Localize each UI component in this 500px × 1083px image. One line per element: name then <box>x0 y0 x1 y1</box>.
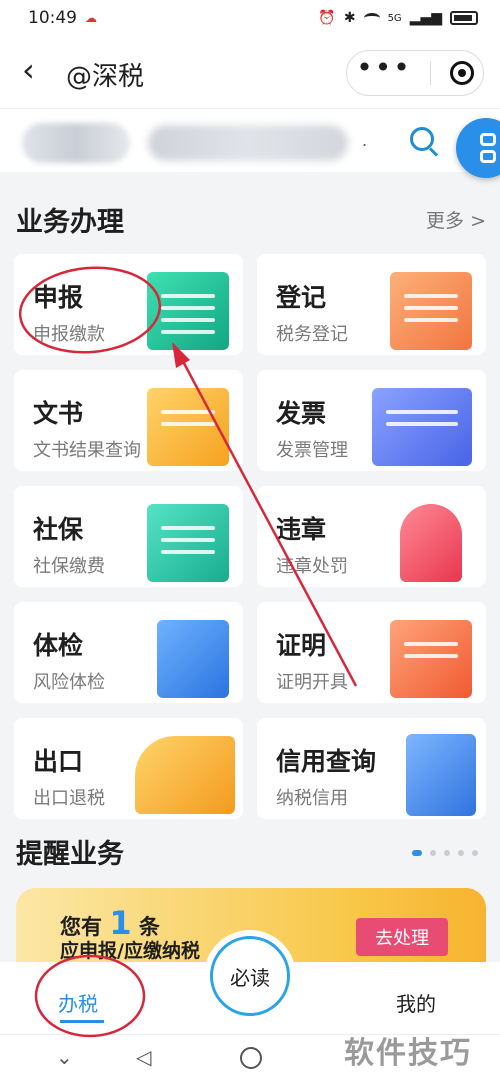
card-xinyong[interactable]: 信用查询 纳税信用 <box>257 718 486 819</box>
section-title-reminder: 提醒业务 <box>16 839 124 870</box>
card-title: 登记 <box>276 283 327 312</box>
card-subtitle: 发票管理 <box>276 440 348 461</box>
card-shebao[interactable]: 社保 社保缴费 <box>14 486 243 587</box>
invoice-card-icon <box>372 388 472 466</box>
card-subtitle: 文书结果查询 <box>33 440 141 461</box>
card-shenbao[interactable]: 申报 申报缴款 <box>14 254 243 355</box>
card-title: 文书 <box>33 399 84 428</box>
business-section-header: 业务办理 更多 > <box>16 200 486 239</box>
card-title: 出口 <box>33 747 84 776</box>
card-subtitle: 税务登记 <box>276 324 348 345</box>
card-dengji[interactable]: 登记 税务登记 <box>257 254 486 355</box>
card-subtitle: 证明开具 <box>276 672 348 693</box>
wifi-icon <box>363 13 380 23</box>
card-subtitle: 出口退税 <box>33 788 105 809</box>
card-subtitle: 违章处罚 <box>276 556 348 577</box>
card-title: 证明 <box>276 631 327 660</box>
card-subtitle: 社保缴费 <box>33 556 105 577</box>
tab-bansui[interactable]: 办税 <box>58 988 98 1017</box>
reminder-detail: 应申报/应缴纳税 <box>60 940 200 962</box>
pager-dot-active <box>412 850 422 856</box>
tab-wode[interactable]: 我的 <box>396 988 436 1017</box>
watermark-text: 软件技巧 <box>344 1036 472 1071</box>
capsule-divider <box>430 61 432 85</box>
more-link[interactable]: 更多 > <box>426 206 486 233</box>
nav-home-icon[interactable] <box>240 1047 262 1069</box>
page-title: @深税 <box>66 62 145 92</box>
card-title: 违章 <box>276 515 327 544</box>
signal-icon: ▂▄▆ <box>409 10 442 26</box>
blurred-avatar <box>22 123 130 163</box>
nav-back-icon[interactable]: ◁ <box>136 1045 151 1069</box>
pager-dot <box>458 850 464 856</box>
card-wenshu[interactable]: 文书 文书结果查询 <box>14 370 243 471</box>
card-subtitle: 风险体检 <box>33 672 105 693</box>
alarm-light-icon <box>400 504 462 582</box>
nav-down-icon[interactable]: ⌄ <box>56 1045 73 1069</box>
grid-icon <box>480 133 496 163</box>
pager-dot <box>472 850 478 856</box>
card-subtitle: 申报缴款 <box>33 324 105 345</box>
tab-bar: 办税 必读 我的 <box>0 936 500 1034</box>
blurred-company-name <box>148 125 348 161</box>
back-icon[interactable]: ‹ <box>22 54 35 86</box>
status-time: 10:49 <box>28 8 77 28</box>
tab-bidu[interactable]: 必读 <box>210 936 290 1016</box>
card-weizhang[interactable]: 违章 违章处罚 <box>257 486 486 587</box>
search-icon[interactable] <box>410 127 434 151</box>
card-title: 发票 <box>276 399 327 428</box>
tab-active-indicator <box>60 1020 104 1023</box>
more-icon[interactable]: ••• <box>356 51 412 84</box>
cloud-icon: ☁ <box>85 11 97 25</box>
card-title: 社保 <box>33 515 84 544</box>
alarm-icon: ⏰ <box>318 10 336 26</box>
credit-scroll-icon <box>406 734 476 816</box>
registration-form-icon <box>390 272 472 350</box>
card-title: 信用查询 <box>276 747 377 776</box>
card-zhengming[interactable]: 证明 证明开具 <box>257 602 486 703</box>
card-fapiao[interactable]: 发票 发票管理 <box>257 370 486 471</box>
document-folder-icon <box>147 388 229 466</box>
card-tijian[interactable]: 体检 风险体检 <box>14 602 243 703</box>
close-target-icon[interactable] <box>449 61 474 85</box>
section-title-business: 业务办理 <box>16 207 124 238</box>
plane-train-icon <box>135 736 235 814</box>
social-security-icon <box>147 504 229 582</box>
reminder-pager <box>412 850 478 856</box>
card-title: 申报 <box>33 283 84 312</box>
certificate-icon <box>390 620 472 698</box>
process-button[interactable]: 去处理 <box>356 918 448 956</box>
card-chukou[interactable]: 出口 出口退税 <box>14 718 243 819</box>
declaration-form-icon <box>147 272 229 350</box>
business-grid: 申报 申报缴款 登记 税务登记 文书 文书结果查询 发票 发票管理 社保 社保缴… <box>14 254 486 819</box>
account-bar: . <box>0 108 500 172</box>
title-bar: ‹ @深税 ••• <box>0 36 500 108</box>
pager-dot <box>430 850 436 856</box>
mini-program-capsule: ••• <box>346 50 484 96</box>
bluetooth-icon: ✱ <box>343 10 356 26</box>
masked-dot: . <box>362 131 368 150</box>
battery-icon <box>450 11 478 25</box>
network-label: 5G <box>387 12 402 24</box>
card-subtitle: 纳税信用 <box>276 788 348 809</box>
card-title: 体检 <box>33 631 84 660</box>
pager-dot <box>444 850 450 856</box>
status-bar: 10:49 ☁ ⏰ ✱ 5G ▂▄▆ <box>0 0 500 36</box>
stethoscope-icon <box>157 620 229 698</box>
